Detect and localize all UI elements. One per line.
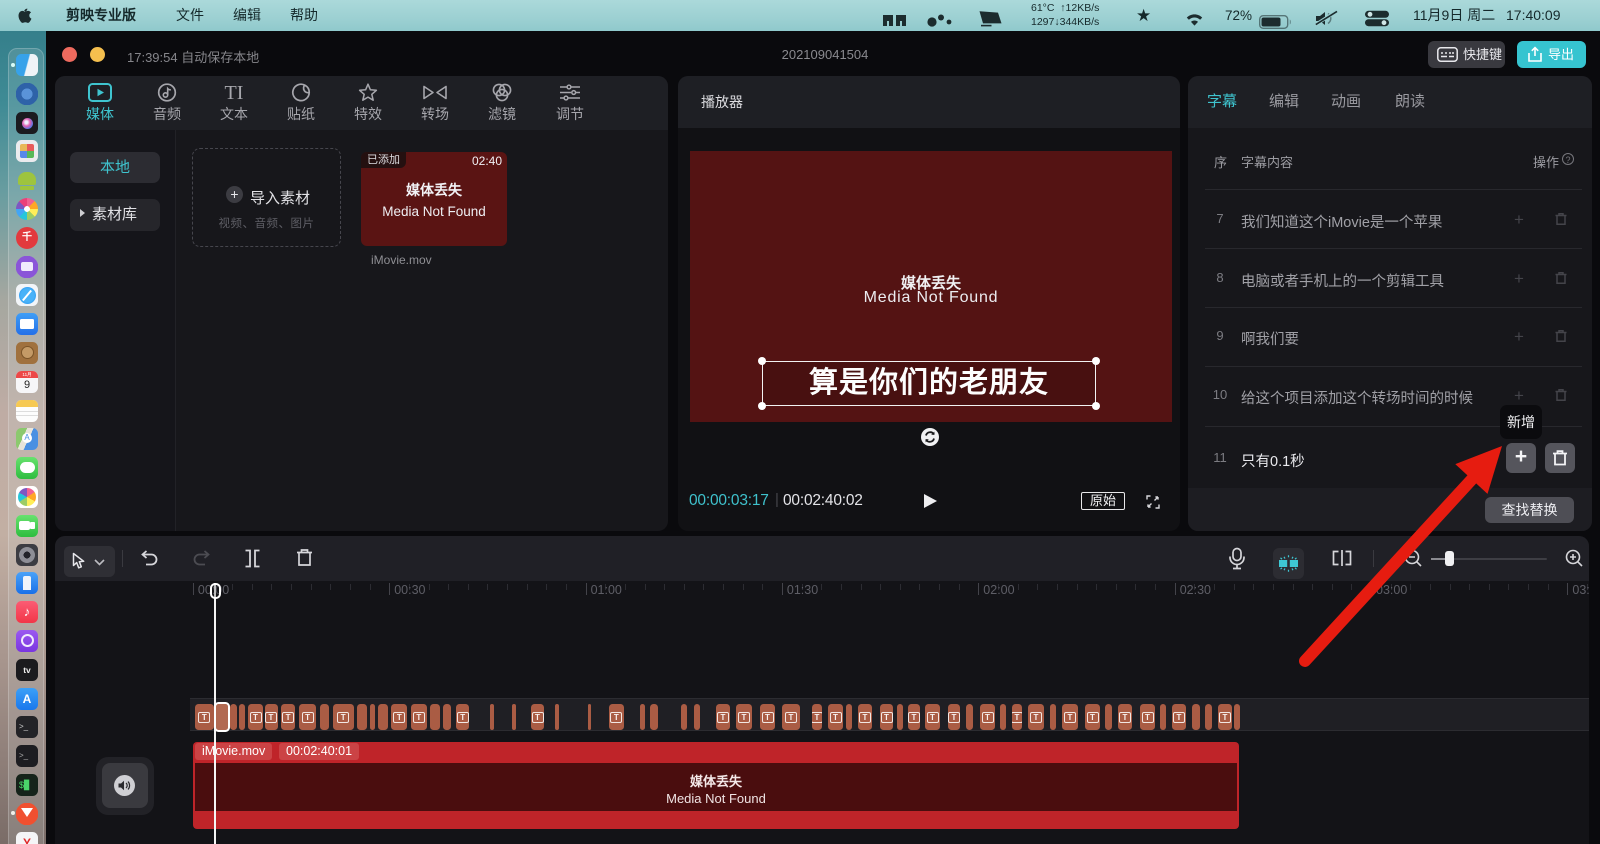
svg-text:TI: TI — [225, 83, 244, 102]
